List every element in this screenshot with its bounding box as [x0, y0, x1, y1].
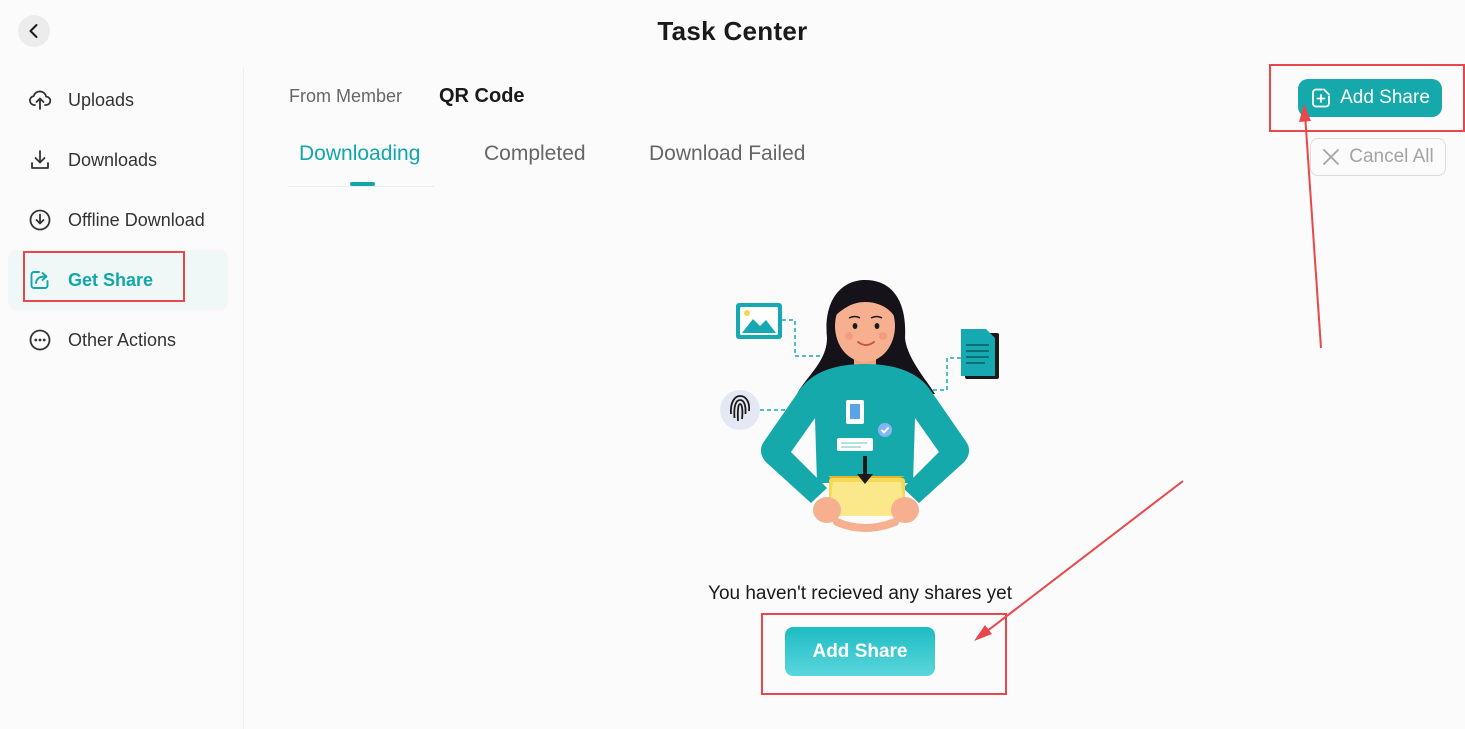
annotation-box-add-share-top — [1269, 64, 1465, 132]
tab-downloading[interactable]: Downloading — [299, 142, 420, 166]
tab-completed[interactable]: Completed — [484, 142, 586, 166]
annotation-box-add-share-main — [761, 613, 1007, 695]
sidebar-item-label: Other Actions — [68, 329, 177, 350]
page-title: Task Center — [657, 16, 808, 46]
sidebar-item-other-actions[interactable]: Other Actions — [8, 310, 228, 370]
sidebar-item-offline-download[interactable]: Offline Download — [8, 190, 228, 250]
empty-state-message: You haven't recieved any shares yet — [708, 583, 1012, 604]
fingerprint-icon — [720, 390, 760, 430]
cancel-all-button[interactable]: Cancel All — [1310, 138, 1446, 176]
tab-active-indicator — [350, 182, 375, 186]
download-circle-icon — [28, 208, 52, 232]
annotation-box-get-share — [23, 251, 185, 302]
image-icon — [736, 303, 782, 339]
sidebar: Uploads Downloads Offline Download Get S… — [0, 68, 244, 729]
from-member-switch[interactable]: From Member — [289, 86, 402, 107]
close-icon — [1322, 148, 1340, 166]
task-center-window: Task Center Uploads Downloads Offline Do… — [0, 0, 1465, 729]
qr-code-switch[interactable]: QR Code — [439, 85, 525, 108]
sidebar-item-uploads[interactable]: Uploads — [8, 70, 228, 130]
sidebar-item-label: Uploads — [68, 89, 135, 110]
upload-cloud-icon — [28, 88, 52, 112]
document-icon — [961, 329, 999, 379]
tab-download-failed[interactable]: Download Failed — [649, 142, 805, 166]
cancel-all-label: Cancel All — [1349, 146, 1434, 167]
more-circle-icon — [28, 328, 52, 352]
sidebar-item-label: Downloads — [68, 149, 158, 170]
download-icon — [28, 148, 52, 172]
sidebar-item-label: Offline Download — [68, 209, 205, 230]
sidebar-item-downloads[interactable]: Downloads — [8, 130, 228, 190]
tabs-divider — [288, 186, 434, 187]
empty-state-illustration — [720, 280, 999, 532]
